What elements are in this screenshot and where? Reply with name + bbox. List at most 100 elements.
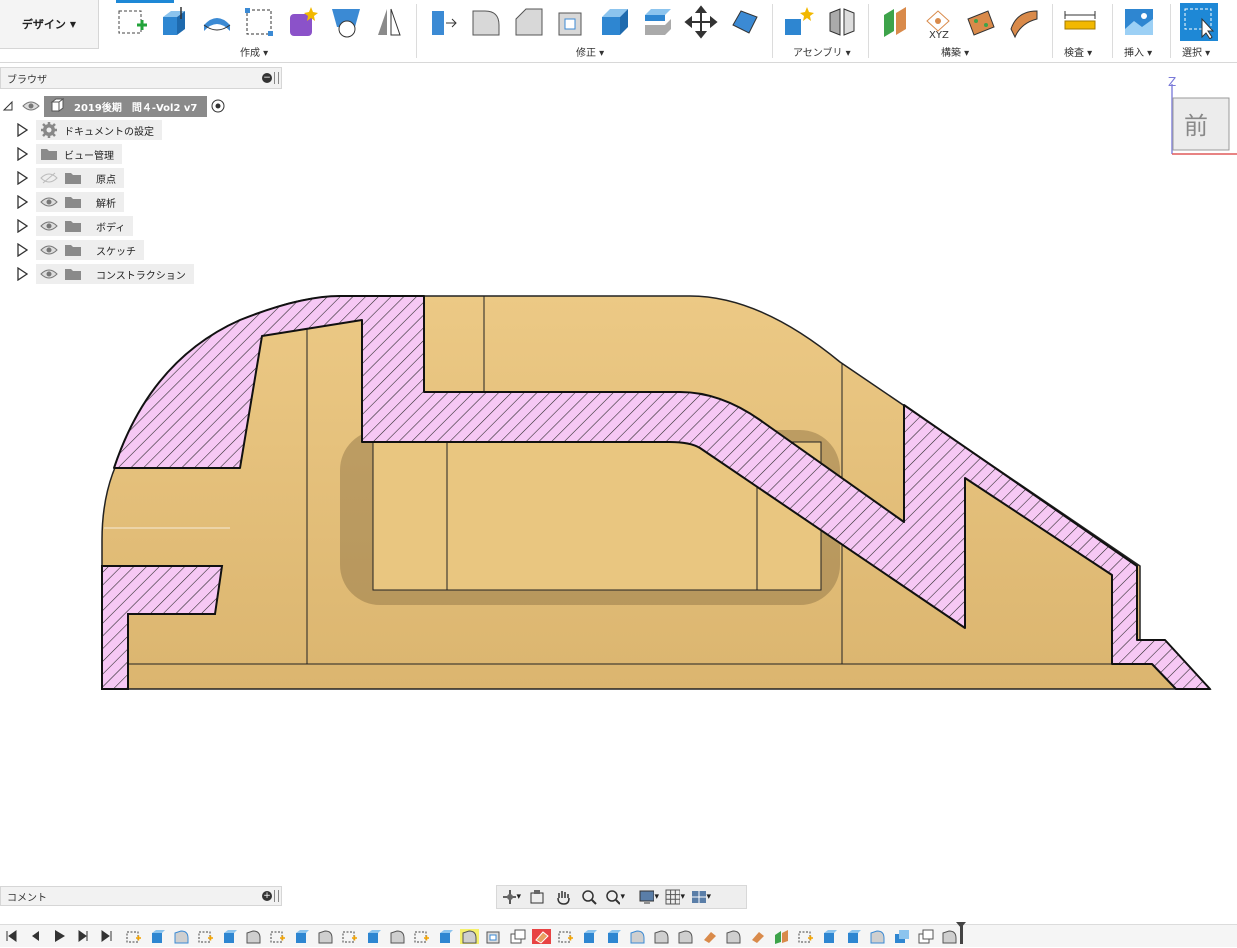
offset-plane-button[interactable]: [877, 4, 913, 40]
panel-grip-handle[interactable]: [274, 72, 279, 84]
expand-triangle-icon[interactable]: [14, 242, 30, 258]
step-forward-icon[interactable]: [74, 929, 92, 943]
mirror-button[interactable]: [371, 4, 407, 40]
scale-button[interactable]: [597, 4, 633, 40]
create-sketch-button[interactable]: [114, 4, 150, 40]
tree-item-bodies[interactable]: ボディ: [14, 216, 134, 236]
fillet-button[interactable]: [468, 4, 504, 40]
insert-image-button[interactable]: [1121, 4, 1157, 40]
timeline-combine-feature[interactable]: [508, 929, 527, 944]
expand-triangle-icon[interactable]: [14, 218, 30, 234]
timeline-extrude-feature[interactable]: [220, 929, 239, 944]
model-viewport[interactable]: [0, 280, 1237, 700]
fit-icon[interactable]: ▾: [605, 888, 625, 906]
construct-group-label[interactable]: 構築 ▾: [941, 44, 969, 59]
tree-item-origin[interactable]: 原点: [14, 168, 124, 188]
timeline-chamfer-feature[interactable]: [700, 929, 719, 944]
browser-root-node[interactable]: 2019後期 問４-Vol2 v7: [0, 95, 225, 117]
tree-item-sketches[interactable]: スケッチ: [14, 240, 144, 260]
display-settings-icon[interactable]: ▾: [639, 888, 659, 906]
timeline-sketch-feature[interactable]: [796, 929, 815, 944]
go-to-end-icon[interactable]: [98, 929, 116, 943]
eye-icon[interactable]: [40, 220, 58, 232]
timeline-extrude-feature[interactable]: [148, 929, 167, 944]
timeline-chamfer-feature[interactable]: [748, 929, 767, 944]
assemble-group-label[interactable]: アセンブリ ▾: [793, 44, 851, 59]
timeline-sketch-feature[interactable]: [124, 929, 143, 944]
eye-icon[interactable]: [40, 244, 58, 256]
modify-group-label[interactable]: 修正 ▾: [576, 44, 604, 59]
timeline-fillet-feature[interactable]: [244, 929, 263, 944]
measure-button[interactable]: [1062, 4, 1098, 40]
sweep-button[interactable]: [241, 4, 277, 40]
timeline-extrude-feature[interactable]: [292, 929, 311, 944]
collapse-triangle-icon[interactable]: [2, 100, 14, 112]
viewcube[interactable]: Z 前: [1166, 75, 1237, 158]
design-workspace-menu[interactable]: デザイン ▼: [0, 0, 99, 49]
timeline-fillet-feature[interactable]: [172, 929, 191, 944]
eye-icon[interactable]: [40, 196, 58, 208]
timeline-fillet-feature[interactable]: [388, 929, 407, 944]
select-button[interactable]: [1180, 3, 1218, 41]
timeline-fillet-feature[interactable]: [940, 929, 959, 944]
create-group-label[interactable]: 作成 ▾: [240, 44, 268, 59]
timeline-sketch-feature[interactable]: [556, 929, 575, 944]
timeline-fillet-feature[interactable]: [868, 929, 887, 944]
tree-item-view-management[interactable]: ビュー管理: [14, 144, 122, 164]
inspect-group-label[interactable]: 検査 ▾: [1064, 44, 1092, 59]
timeline-extrude-feature[interactable]: [604, 929, 623, 944]
timeline-position-marker[interactable]: [956, 922, 966, 944]
play-icon[interactable]: [50, 929, 68, 943]
timeline-fillet-feature[interactable]: [724, 929, 743, 944]
activate-radio-icon[interactable]: [211, 99, 225, 113]
timeline-extrude-feature[interactable]: [580, 929, 599, 944]
zoom-icon[interactable]: [579, 888, 599, 906]
timeline-combine-feature[interactable]: [916, 929, 935, 944]
insert-group-label[interactable]: 挿入 ▾: [1124, 44, 1152, 59]
add-comment-icon[interactable]: +: [262, 891, 272, 901]
step-back-icon[interactable]: [26, 929, 44, 943]
timeline-plane-feature[interactable]: [772, 929, 791, 944]
form-button[interactable]: [284, 4, 320, 40]
joint-button[interactable]: [823, 4, 859, 40]
shell-button[interactable]: [554, 4, 590, 40]
hole-button[interactable]: [328, 4, 364, 40]
timeline-fillet-feature-selected[interactable]: [460, 929, 479, 944]
timeline-fillet-feature[interactable]: [652, 929, 671, 944]
point-button[interactable]: XYZ: [920, 4, 956, 40]
expand-triangle-icon[interactable]: [14, 194, 30, 210]
look-at-icon[interactable]: [527, 888, 547, 906]
timeline-extrude-feature[interactable]: [436, 929, 455, 944]
timeline-extrude-feature[interactable]: [844, 929, 863, 944]
pan-hand-icon[interactable]: [553, 888, 573, 906]
grid-icon[interactable]: ▾: [665, 888, 685, 906]
timeline-combine-feature[interactable]: [892, 929, 911, 944]
eye-icon[interactable]: [40, 268, 58, 280]
eye-icon[interactable]: [22, 100, 40, 112]
tree-item-analysis[interactable]: 解析: [14, 192, 124, 212]
timeline-error-feature[interactable]: [532, 929, 551, 944]
timeline-sketch-feature[interactable]: [268, 929, 287, 944]
timeline-extrude-feature[interactable]: [364, 929, 383, 944]
timeline-fillet-feature[interactable]: [628, 929, 647, 944]
timeline-sketch-feature[interactable]: [412, 929, 431, 944]
extrude-button[interactable]: [156, 4, 192, 40]
expand-triangle-icon[interactable]: [14, 122, 30, 138]
timeline-fillet-feature[interactable]: [676, 929, 695, 944]
go-to-start-icon[interactable]: [2, 929, 20, 943]
chamfer-button[interactable]: [511, 4, 547, 40]
timeline-extrude-feature[interactable]: [820, 929, 839, 944]
document-root[interactable]: 2019後期 問４-Vol2 v7: [44, 95, 208, 117]
tangent-plane-button[interactable]: [1006, 4, 1042, 40]
select-group-label[interactable]: 選択 ▾: [1182, 44, 1210, 59]
press-pull-button[interactable]: [425, 4, 461, 40]
timeline-shell-feature[interactable]: [484, 929, 503, 944]
timeline-sketch-feature[interactable]: [196, 929, 215, 944]
combine-button[interactable]: [640, 4, 676, 40]
collapse-panel-icon[interactable]: −: [262, 73, 272, 83]
viewports-icon[interactable]: ▾: [691, 888, 711, 906]
timeline-fillet-feature[interactable]: [316, 929, 335, 944]
orbit-icon[interactable]: ▾: [501, 888, 521, 906]
expand-triangle-icon[interactable]: [14, 146, 30, 162]
timeline-sketch-feature[interactable]: [340, 929, 359, 944]
